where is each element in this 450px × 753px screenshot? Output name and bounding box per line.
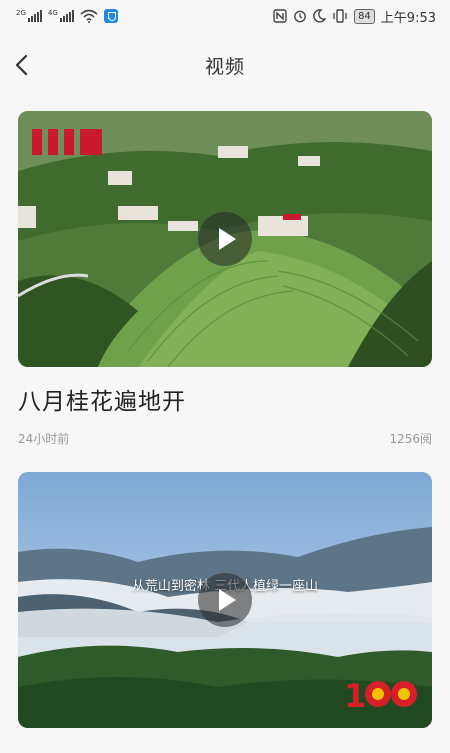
video-feed: 八月桂花遍地开 24小时前 1256阅 从荒山到密林 三代人植绿一座山 1 [18,111,432,753]
network-type-2: 4G [47,9,58,17]
centenary-logo: 1 [344,677,417,714]
signal-icon-1: 2G [16,10,42,22]
navigation-bar: 视频 [0,40,450,90]
video-time: 24小时前 [18,432,70,446]
video-title[interactable]: 八月桂花遍地开 [18,382,432,416]
wifi-icon [80,9,98,23]
status-time: 上午9:53 [380,10,436,26]
status-bar: 2G 4G 84 上午9:53 [0,0,450,32]
vibrate-icon [333,9,347,23]
nfc-icon [273,9,287,23]
svg-text:1: 1 [344,677,366,714]
signal-icon-2: 4G [48,10,74,22]
back-arrow-icon[interactable] [10,52,36,78]
do-not-disturb-moon-icon [313,9,327,23]
play-icon[interactable] [198,573,252,627]
network-type-1: 2G [16,9,26,17]
alarm-icon [294,10,306,23]
video-thumbnail[interactable]: 从荒山到密林 三代人植绿一座山 1 [18,472,432,728]
video-card[interactable]: 八月桂花遍地开 24小时前 1256阅 [18,111,432,447]
page-title: 视频 [204,55,245,78]
security-app-icon [103,9,118,23]
status-left: 2G 4G [16,9,118,23]
status-right: 84 上午9:53 [273,7,436,26]
video-meta: 24小时前 1256阅 [18,430,432,447]
video-thumbnail[interactable] [18,111,432,367]
video-card[interactable]: 从荒山到密林 三代人植绿一座山 1 [18,472,432,728]
channel-logo [32,129,102,155]
video-views: 1256阅 [389,432,432,446]
play-icon[interactable] [198,212,252,266]
battery-indicator: 84 [354,8,375,24]
